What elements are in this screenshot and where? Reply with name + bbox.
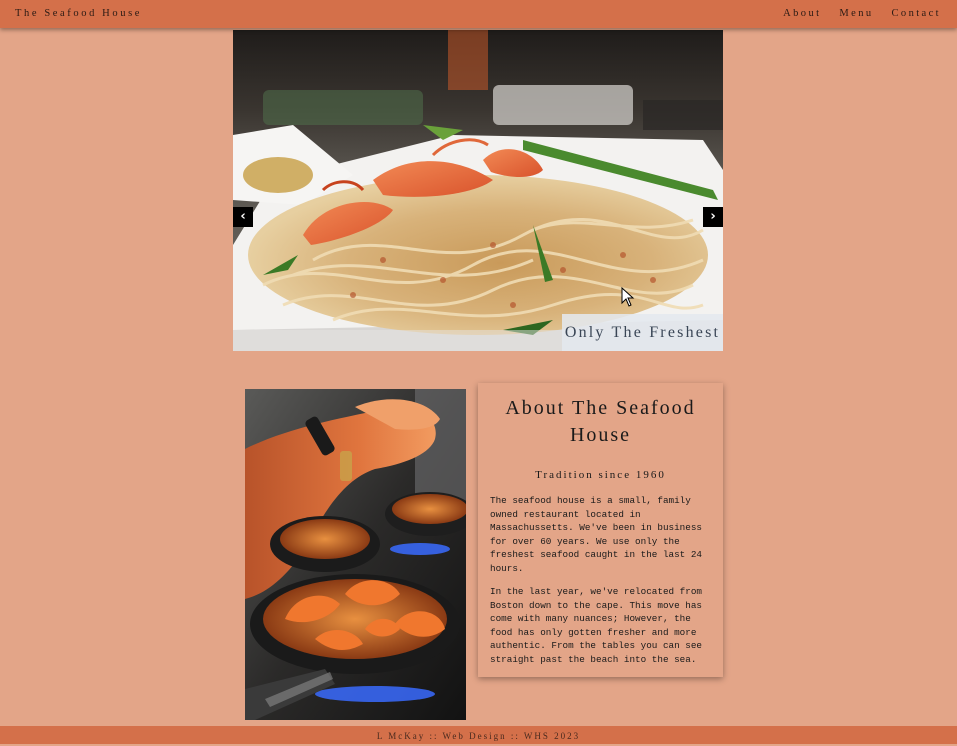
about-paragraph: The seafood house is a small, family own… (490, 495, 703, 574)
hero-carousel: ‹ › Only The Freshest (233, 30, 723, 351)
about-card: About The Seafood House Tradition since … (478, 383, 723, 677)
nav-link-menu[interactable]: Menu (839, 8, 873, 19)
top-navbar: The Seafood House About Menu Contact (0, 0, 957, 28)
about-subtitle: Tradition since 1960 (535, 469, 666, 481)
carousel-next-button[interactable]: › (703, 207, 723, 227)
site-brand[interactable]: The Seafood House (15, 8, 142, 19)
about-photo (245, 389, 466, 720)
carousel-caption: Only The Freshest (562, 314, 723, 351)
nav-link-contact[interactable]: Contact (892, 8, 941, 19)
nav-link-about[interactable]: About (783, 8, 821, 19)
footer: L McKay :: Web Design :: WHS 2023 (0, 726, 957, 744)
about-paragraph: In the last year, we've relocated from B… (490, 586, 703, 665)
nav-links: About Menu Contact (783, 8, 941, 19)
about-title: About The Seafood House (505, 397, 696, 446)
chef-cooking-shrimp-photo (245, 389, 466, 720)
mouse-cursor-icon (621, 287, 635, 307)
shrimp-pad-thai-photo (233, 30, 723, 351)
carousel-prev-button[interactable]: ‹ (233, 207, 253, 227)
